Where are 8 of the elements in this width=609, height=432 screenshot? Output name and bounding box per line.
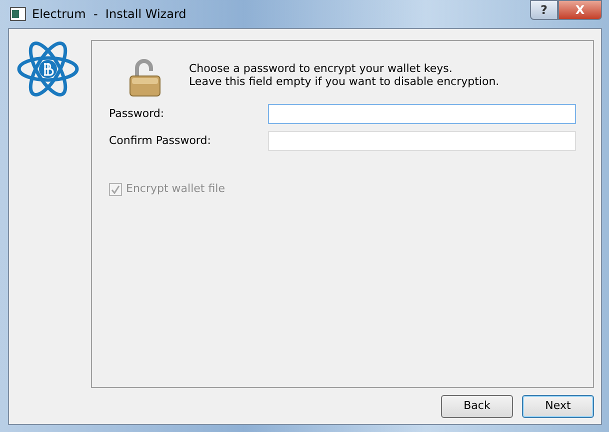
wizard-button[interactable]: Back xyxy=(441,395,513,418)
wizard-button[interactable]: Next xyxy=(522,395,594,418)
help-button[interactable]: ? xyxy=(530,0,558,20)
field-label: Password: xyxy=(109,106,166,122)
window-title: Electrum - Install Wizard xyxy=(32,6,186,23)
checkbox-label: Encrypt wallet file xyxy=(126,181,225,197)
intro-text: Choose a password to encrypt your wallet keys. Leave this field empty if you want to disable encryption. xyxy=(189,62,500,88)
field-label: Confirm Password: xyxy=(109,132,212,149)
